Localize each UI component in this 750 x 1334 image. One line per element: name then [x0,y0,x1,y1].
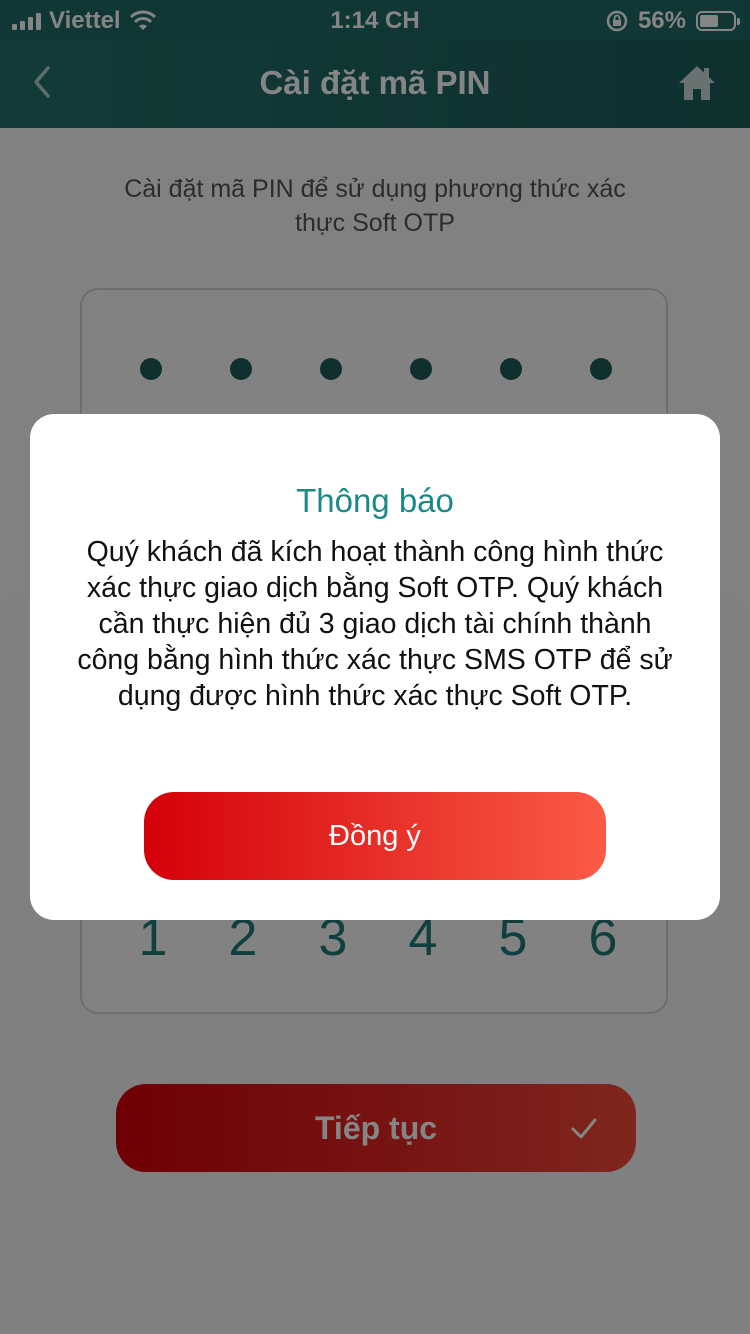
dialog-message: Quý khách đã kích hoạt thành công hình t… [77,536,673,712]
confirm-button[interactable]: Đồng ý [144,792,606,880]
dialog-title: Thông báo [296,482,454,519]
notification-dialog: Thông báo Quý khách đã kích hoạt thành c… [30,414,720,920]
